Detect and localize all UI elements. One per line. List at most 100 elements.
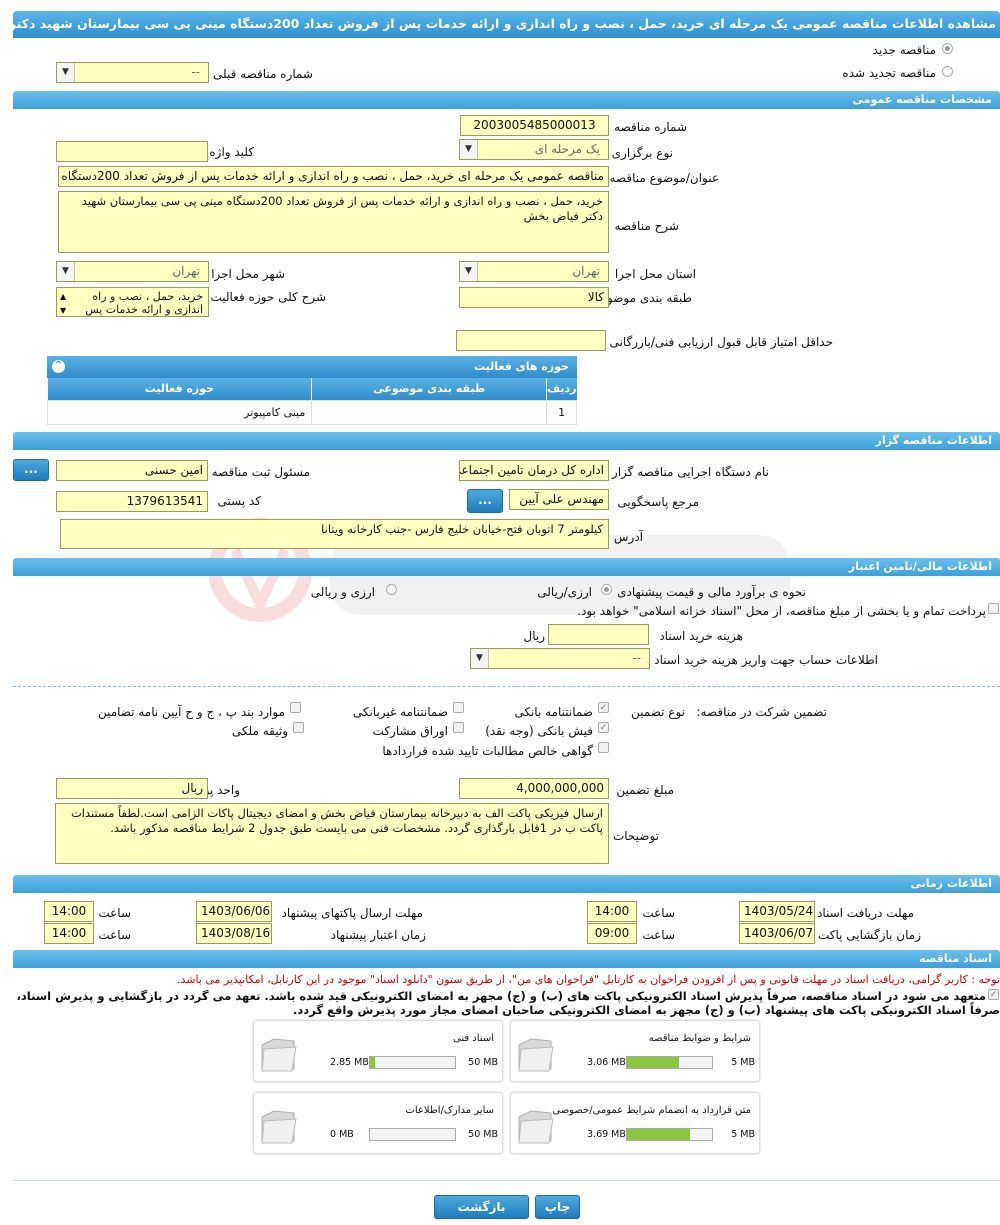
file-max-size: 5 MB xyxy=(731,1057,755,1068)
print-button[interactable]: چاپ xyxy=(535,1195,580,1219)
amount-field: 4,000,000,000 xyxy=(459,778,609,799)
tender-number-label: شماره مناقصه xyxy=(614,120,687,134)
registrar-more-button[interactable]: ... xyxy=(13,459,49,481)
col-category-header: طبقه بندی موضوعی xyxy=(311,378,547,400)
nonbank-guarantee-label: ضمانتنامه غیربانکی xyxy=(352,705,448,719)
deposit-checkbox[interactable]: ✓ xyxy=(598,722,609,733)
finance-section-header: اطلاعات مالی/تامین اعتبار xyxy=(13,558,1000,576)
footer-divider xyxy=(13,1180,1000,1181)
city-select[interactable]: تهران ▼ xyxy=(56,261,209,282)
treasury-checkbox[interactable] xyxy=(988,603,999,614)
collapse-icon[interactable]: ⌃ xyxy=(52,360,65,373)
scroll-up-icon[interactable]: ▲ xyxy=(60,290,66,303)
file-progress-fill xyxy=(627,1129,690,1140)
file-max-size: 50 MB xyxy=(468,1129,498,1140)
new-tender-label: مناقصه جدید xyxy=(872,43,936,57)
activity-table: ردیف طبقه بندی موضوعی حوزه فعالیت 1 مینی… xyxy=(46,378,577,425)
account-select[interactable]: -- ▼ xyxy=(470,648,650,669)
file-card[interactable]: سایر مدارک/اطلاعات 0 MB 50 MB xyxy=(253,1092,503,1154)
folder-icon xyxy=(518,1110,554,1144)
file-card[interactable]: شرایط و ضوابط مناقصه 3.06 MB 5 MB xyxy=(510,1020,760,1082)
description-field: خرید، حمل ، نصب و راه اندازی و ارائه خدم… xyxy=(58,191,609,253)
file-card[interactable]: متن قرارداد به انضمام شرایط عمومی/خصوصی … xyxy=(510,1092,760,1154)
valid-time-label: ساعت xyxy=(98,928,131,942)
province-select[interactable]: تهران ▼ xyxy=(459,261,609,282)
file-card[interactable]: اسناد فنی 2.85 MB 50 MB xyxy=(253,1020,503,1082)
prev-number-value: -- xyxy=(191,65,200,79)
commit-text-1: متعهد می شود در اسناد مناقصه، صرفاً پذیر… xyxy=(16,989,986,1003)
file-max-size: 50 MB xyxy=(468,1057,498,1068)
file-size: 3.06 MB xyxy=(587,1057,626,1068)
description-label: شرح مناقصه xyxy=(614,219,679,233)
file-progress-bar xyxy=(626,1056,713,1069)
subject-label: عنوان/موضوع مناقصه xyxy=(609,171,719,185)
estimate-opt1-radio[interactable] xyxy=(601,584,612,595)
send-date-field: 1403/06/06 xyxy=(196,901,272,922)
org-label: نام دستگاه اجرایی مناقصه گزار xyxy=(611,465,769,479)
new-tender-radio[interactable] xyxy=(942,43,953,54)
estimate-opt2-label: ارزی و ریالی xyxy=(310,585,375,599)
keyword-field[interactable] xyxy=(56,141,208,162)
file-size: 2.85 MB xyxy=(330,1057,369,1068)
estimate-opt2-radio[interactable] xyxy=(386,584,397,595)
prev-number-label: شماره مناقصه قبلی xyxy=(213,67,313,81)
ref-field: مهندس علی آیین xyxy=(509,489,609,510)
file-name: اسناد فنی xyxy=(453,1033,494,1044)
general-section-header: مشخصات مناقصه عمومی xyxy=(13,91,1000,109)
send-time-label: ساعت xyxy=(98,906,131,920)
open-time-label: ساعت xyxy=(642,928,675,942)
category-field: کالا xyxy=(459,287,609,308)
file-max-size: 5 MB xyxy=(731,1129,755,1140)
back-button[interactable]: بازگشت xyxy=(434,1195,529,1219)
bank-guarantee-label: ضمانتنامه بانکی xyxy=(514,705,593,719)
documents-section-header: اسناد مناقصه xyxy=(13,950,1000,968)
doc-cost-unit: ریال xyxy=(523,629,545,643)
activity-table-header: حوزه های فعالیت ⌃ xyxy=(47,356,577,378)
account-label: اطلاعات حساب جهت واریز هزینه خرید اسناد xyxy=(654,653,878,667)
documents-notice: توجه : کاربر گرامی، دریافت اسناد در مهلت… xyxy=(176,973,1000,986)
file-name: شرایط و ضوابط مناقصه xyxy=(648,1033,751,1044)
scroll-down-icon[interactable]: ▼ xyxy=(60,304,66,316)
file-progress-fill xyxy=(370,1057,375,1068)
open-time-field: 09:00 xyxy=(587,923,637,944)
file-progress-fill xyxy=(627,1057,679,1068)
org-field: اداره کل درمان تامین اجتماعی xyxy=(459,460,609,481)
ref-more-button[interactable]: ... xyxy=(467,489,503,513)
subject-field: مناقصه عمومی یک مرحله ای خرید، حمل ، نصب… xyxy=(58,166,609,187)
registrar-label: مسئول ثبت مناقصه xyxy=(211,465,310,479)
method-select[interactable]: یک مرحله ای ▼ xyxy=(459,139,609,160)
bank-guarantee-checkbox[interactable]: ✓ xyxy=(598,702,609,713)
col-row-header: ردیف xyxy=(546,378,577,400)
nonbank-guarantee-checkbox[interactable] xyxy=(453,702,464,713)
property-checkbox[interactable] xyxy=(293,722,304,733)
method-label: نوع برگزاری xyxy=(611,146,673,160)
receive-date-field: 1403/05/24 xyxy=(739,901,815,922)
valid-label: زمان اعتبار پیشنهاد xyxy=(330,928,426,942)
chevron-down-icon: ▼ xyxy=(471,649,489,668)
clause-checkbox[interactable] xyxy=(290,702,301,713)
folder-icon xyxy=(518,1038,554,1072)
receivables-checkbox[interactable] xyxy=(598,742,609,753)
renewed-tender-label: مناقصه تجدید شده xyxy=(842,66,936,80)
bonds-checkbox[interactable] xyxy=(453,722,464,733)
divider xyxy=(13,686,1000,687)
cell-row: 1 xyxy=(546,399,577,425)
treasury-text: پرداخت تمام و یا بخشی از مبلغ مناقصه، از… xyxy=(577,604,986,618)
scope-label: شرح کلی حوزه فعالیت xyxy=(210,290,327,304)
keyword-label: کلید واژه xyxy=(209,145,254,159)
city-value: تهران xyxy=(172,264,200,278)
col-field-header: حوزه فعالیت xyxy=(47,378,312,400)
file-name: متن قرارداد به انضمام شرایط عمومی/خصوصی xyxy=(552,1105,751,1116)
renewed-tender-radio[interactable] xyxy=(942,66,953,77)
cell-field: مینی کامپیوتر xyxy=(46,399,313,425)
ref-label: مرجع پاسخگویی xyxy=(617,495,699,509)
deposit-label: فیش بانکی (وجه نقد) xyxy=(485,724,593,738)
file-progress-bar xyxy=(369,1056,456,1069)
account-value: -- xyxy=(632,651,641,665)
guarantee-type-label: نوع تضمین xyxy=(631,705,685,719)
province-value: تهران xyxy=(572,264,600,278)
prev-number-select[interactable]: -- ▼ xyxy=(56,62,209,83)
chevron-down-icon: ▼ xyxy=(57,262,75,281)
commit-checkbox[interactable]: ✓ xyxy=(988,989,999,1000)
file-name: سایر مدارک/اطلاعات xyxy=(405,1105,494,1116)
